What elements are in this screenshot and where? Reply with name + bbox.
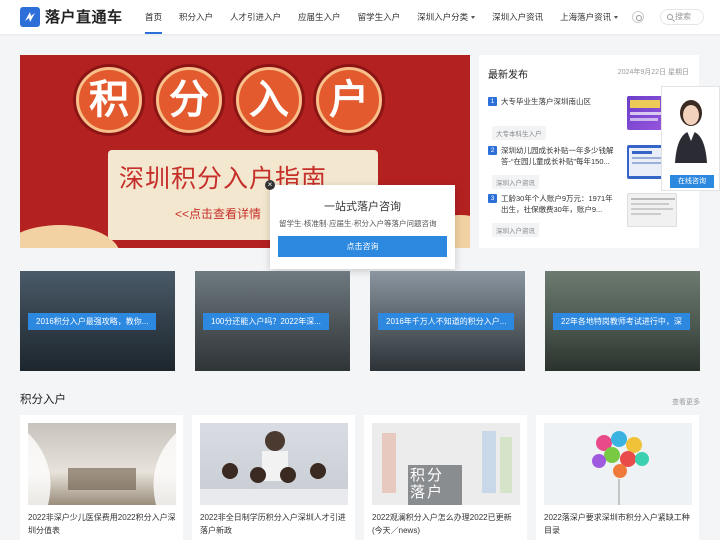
online-service-widget: 在线咨询	[661, 86, 720, 191]
banner-char-circles: 积 分 入 户	[76, 67, 396, 133]
article-card[interactable]: 2022非全日制学历积分入户深圳人才引进落户新政	[192, 415, 355, 540]
banner-char: 积	[76, 67, 142, 133]
news-tag[interactable]: 大专本科生入户	[492, 126, 546, 140]
banner-char: 分	[156, 67, 222, 133]
article-card[interactable]: 2022落深户要求深圳市积分入户紧缺工种目录	[536, 415, 699, 540]
nav-item-home[interactable]: 首页	[145, 0, 163, 34]
logo-icon	[20, 6, 40, 27]
tile-label[interactable]: 2016年千万人不知道的积分入户...	[378, 313, 515, 330]
article-image[interactable]: 积分落户	[372, 423, 520, 505]
nav-item-shenzhen-category[interactable]: 深圳入户分类	[417, 0, 476, 34]
main-nav: 首页 积分入户 人才引进入户 应届生入户 留学生入户 深圳入户分类 深圳入户资讯…	[145, 0, 635, 34]
nav-label: 首页	[145, 12, 163, 22]
nav-label: 深圳入户分类	[417, 12, 469, 22]
nav-label: 人才引进入户	[230, 12, 282, 22]
featured-tile[interactable]: 2016年千万人不知道的积分入户...	[370, 271, 525, 371]
latest-title: 最新发布	[488, 70, 528, 81]
customer-service-avatar	[671, 93, 711, 163]
news-item[interactable]: 2 深圳幼儿园成长补贴一年多少钱解答-“在园儿童成长补贴”每年150...	[488, 145, 620, 167]
news-tag[interactable]: 深圳入户资讯	[492, 175, 539, 189]
banner-char: 户	[316, 67, 382, 133]
article-card[interactable]: 2022非深户少儿医保费用2022积分入户深圳分值表	[20, 415, 183, 540]
theme-toggle-icon[interactable]	[632, 11, 644, 23]
article-image-text: 积分落户	[410, 467, 445, 501]
tile-label[interactable]: 100分还能入户吗？2022年深...	[203, 313, 329, 330]
article-image[interactable]	[28, 423, 176, 505]
article-image[interactable]	[544, 423, 692, 505]
news-rank-badge: 3	[488, 194, 497, 203]
article-title[interactable]: 2022非全日制学历积分入户深圳人才引进落户新政	[200, 512, 350, 537]
news-thumbnail[interactable]	[627, 193, 677, 227]
nav-item-graduate[interactable]: 应届生入户	[298, 0, 341, 34]
news-tag[interactable]: 深圳入户资讯	[492, 223, 539, 237]
news-title[interactable]: 工龄30年个人账户9万元：1971年出生，社保缴费30年，账户9...	[501, 193, 620, 215]
article-title[interactable]: 2022观澜积分入户怎么办理2022已更新(今天／news)	[372, 512, 522, 537]
view-more-link[interactable]: 查看更多	[672, 397, 700, 407]
news-rank-badge: 2	[488, 146, 497, 155]
site-name: 落户直通车	[45, 9, 123, 26]
chevron-down-icon	[471, 16, 476, 20]
news-title[interactable]: 深圳幼儿园成长补贴一年多少钱解答-“在园儿童成长补贴”每年150...	[501, 145, 620, 167]
article-title[interactable]: 2022非深户少儿医保费用2022积分入户深圳分值表	[28, 512, 178, 537]
featured-tile[interactable]: 2016积分入户最强攻略，教你...	[20, 271, 175, 371]
news-item[interactable]: 3 工龄30年个人账户9万元：1971年出生，社保缴费30年，账户9...	[488, 193, 620, 215]
featured-tile[interactable]: 100分还能入户吗？2022年深...	[195, 271, 350, 371]
current-date: 2024年9月22日 星期日	[617, 69, 689, 76]
search-icon	[667, 14, 673, 20]
nav-label: 留学生入户	[357, 12, 401, 22]
article-image[interactable]	[200, 423, 348, 505]
popup-consult-button[interactable]: 点击咨询	[278, 236, 447, 257]
nav-label: 上海落户资讯	[560, 12, 612, 22]
nav-label: 积分入户	[179, 12, 214, 22]
nav-item-points[interactable]: 积分入户	[179, 0, 213, 34]
popup-title: 一站式落户咨询	[324, 201, 401, 213]
nav-item-talent[interactable]: 人才引进入户	[230, 0, 281, 34]
chevron-down-icon	[614, 16, 619, 20]
search-label: 搜索	[675, 12, 691, 21]
banner-cloud-decoration	[20, 225, 120, 248]
nav-item-overseas[interactable]: 留学生入户	[358, 0, 401, 34]
news-rank-badge: 1	[488, 97, 497, 106]
nav-item-shanghai-news[interactable]: 上海落户资讯	[560, 0, 619, 34]
nav-label: 深圳入户资讯	[492, 12, 544, 22]
nav-item-shenzhen-news[interactable]: 深圳入户资讯	[492, 0, 543, 34]
search-button[interactable]: 搜索	[660, 9, 704, 25]
site-header: 落户直通车 首页 积分入户 人才引进入户 应届生入户 留学生入户 深圳入户分类 …	[0, 0, 720, 34]
news-item[interactable]: 1 大专毕业生落户深圳南山区	[488, 96, 620, 107]
news-title[interactable]: 大专毕业生落户深圳南山区	[501, 96, 620, 107]
consult-popup: × 一站式落户咨询 留学生·核准制·应届生·积分入户等落户问题咨询 点击咨询	[265, 180, 455, 269]
tile-label[interactable]: 22年各地特岗教师考试进行中，深	[553, 313, 690, 330]
site-logo[interactable]: 落户直通车	[20, 6, 123, 27]
section-title: 积分入户	[20, 394, 66, 406]
close-icon[interactable]: ×	[265, 180, 275, 190]
article-card[interactable]: 积分落户 2022观澜积分入户怎么办理2022已更新(今天／news)	[364, 415, 527, 540]
nav-label: 应届生入户	[298, 12, 341, 22]
article-title[interactable]: 2022落深户要求深圳市积分入户紧缺工种目录	[544, 512, 694, 537]
banner-char: 入	[236, 67, 302, 133]
online-consult-button[interactable]: 在线咨询	[670, 175, 714, 188]
tile-label[interactable]: 2016积分入户最强攻略，教你...	[28, 313, 157, 330]
banner-subtitle: <<点击查看详情	[175, 207, 262, 221]
popup-description: 留学生·核准制·应届生·积分入户等落户问题咨询	[279, 219, 437, 228]
featured-tile[interactable]: 22年各地特岗教师考试进行中，深	[545, 271, 700, 371]
